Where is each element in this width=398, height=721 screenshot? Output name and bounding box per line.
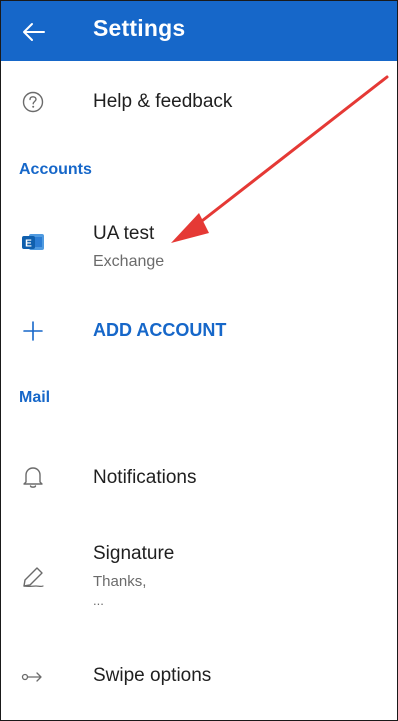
signature-label: Signature [93, 543, 175, 564]
help-feedback-item[interactable]: Help & feedback [1, 73, 397, 131]
swipe-options-item[interactable]: Swipe options [1, 647, 397, 705]
back-button[interactable] [19, 17, 49, 47]
help-feedback-label: Help & feedback [93, 91, 233, 112]
signature-preview-line2: ... [93, 593, 104, 608]
section-mail: Mail [19, 389, 51, 406]
exchange-icon: E [19, 228, 47, 256]
signature-preview-line1: Thanks, [93, 573, 147, 590]
swipe-arrow-icon [19, 663, 47, 691]
add-account-label: ADD ACCOUNT [93, 320, 227, 340]
account-type: Exchange [93, 253, 165, 270]
svg-text:E: E [25, 239, 32, 250]
settings-screen: Settings Help & feedback Accounts E UA t… [0, 0, 398, 721]
question-circle-icon [19, 88, 47, 116]
swipe-options-label: Swipe options [93, 665, 212, 686]
account-name: UA test [93, 223, 155, 244]
notifications-item[interactable]: Notifications [1, 447, 397, 509]
arrow-left-icon [23, 23, 45, 41]
add-account-button[interactable]: ADD ACCOUNT [1, 303, 397, 359]
notifications-label: Notifications [93, 467, 197, 488]
section-accounts: Accounts [19, 161, 92, 178]
page-title: Settings [93, 15, 186, 41]
signature-item[interactable]: Signature Thanks, ... [1, 531, 397, 621]
app-bar: Settings [1, 1, 397, 61]
bell-icon [19, 463, 47, 491]
plus-icon [19, 317, 47, 345]
account-item-ua-test[interactable]: E UA test Exchange [1, 211, 397, 283]
signature-pen-icon [19, 563, 47, 591]
